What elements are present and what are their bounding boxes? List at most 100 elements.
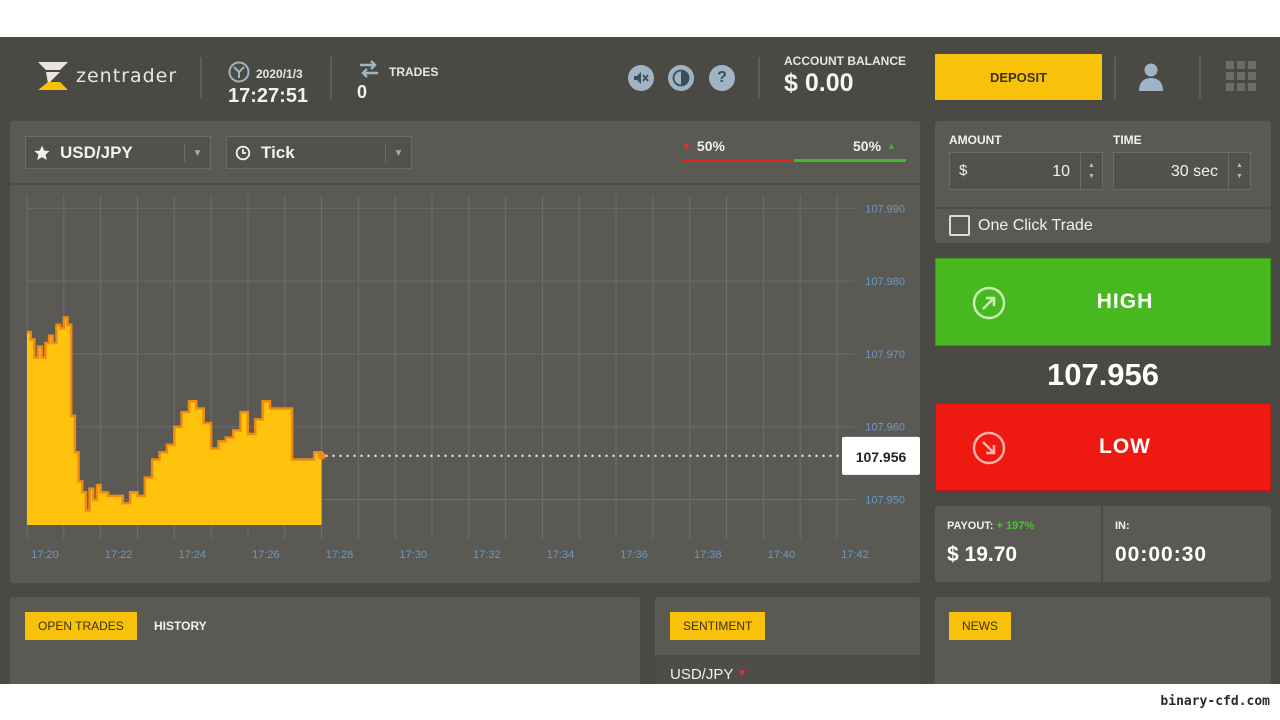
current-price-label: 107.956 <box>856 449 907 465</box>
x-tick-label: 17:26 <box>252 549 280 561</box>
tab-sentiment[interactable]: SENTIMENT <box>670 612 766 640</box>
x-tick-label: 17:20 <box>31 549 59 561</box>
y-tick-label: 107.950 <box>865 495 905 507</box>
account-balance-label: ACCOUNT BALANCE <box>784 54 906 68</box>
trades-count: 0 <box>357 82 368 102</box>
news-panel: NEWS <box>935 597 1271 684</box>
x-tick-label: 17:32 <box>473 549 501 561</box>
sentiment-bar-down-fill <box>682 159 794 162</box>
x-tick-label: 17:40 <box>768 549 796 561</box>
chart-toolbar: USD/JPY ▼ Tick ▼ ▼ 50% 50% ▲ <box>10 121 920 185</box>
asset-select[interactable]: USD/JPY ▼ <box>25 136 211 169</box>
sentiment-bar <box>682 159 906 162</box>
screenshot-stage: zentrader 2020/1/3 17:27:51 TRADES 0 ? A… <box>0 0 1280 720</box>
low-button[interactable]: LOW <box>935 403 1271 491</box>
logo-text: zentrader <box>76 65 178 87</box>
tab-news[interactable]: NEWS <box>949 612 1011 640</box>
amount-stepper[interactable]: ▲ ▼ <box>1080 153 1102 189</box>
expiry-countdown: 00:00:30 <box>1115 543 1208 566</box>
user-icon[interactable] <box>1137 62 1165 92</box>
clock-icon <box>228 61 250 83</box>
one-click-trade-checkbox[interactable] <box>949 215 970 236</box>
sentiment-pair-label: USD/JPY <box>670 666 734 683</box>
y-tick-label: 107.980 <box>865 276 905 288</box>
up-arrow-icon: ▲ <box>887 141 896 151</box>
x-tick-label: 17:36 <box>620 549 648 561</box>
down-arrow-icon: ▼ <box>682 141 691 151</box>
one-click-trade-label: One Click Trade <box>978 217 1093 234</box>
tab-history[interactable]: HISTORY <box>154 619 207 633</box>
amount-label: AMOUNT <box>949 133 1002 147</box>
payout-value: $ 19.70 <box>947 543 1018 566</box>
header-divider <box>758 57 760 99</box>
x-tick-label: 17:38 <box>694 549 722 561</box>
payout-label: PAYOUT: + 197% <box>947 520 1034 532</box>
contrast-icon[interactable] <box>668 65 694 91</box>
logo-mark-icon <box>38 62 68 90</box>
deposit-button[interactable]: DEPOSIT <box>935 54 1102 100</box>
x-tick-label: 17:30 <box>399 549 427 561</box>
time-value: 30 sec <box>1170 163 1218 180</box>
high-button-label: HIGH <box>1096 290 1154 313</box>
sentiment-up-value: 50% <box>853 138 882 154</box>
y-tick-label: 107.970 <box>865 349 905 361</box>
sentiment-panel: SENTIMENT USD/JPY ▼ <box>655 597 920 684</box>
down-arrow-icon: ▼ <box>737 668 748 679</box>
header-divider <box>200 57 202 99</box>
star-icon <box>34 145 50 161</box>
watermark-text: binary-cfd.com <box>1160 694 1270 709</box>
time-stepper[interactable]: ▲ ▼ <box>1228 153 1250 189</box>
y-tick-label: 107.990 <box>865 203 905 215</box>
sentiment-row: USD/JPY ▼ <box>655 655 920 684</box>
sentiment-up: 50% ▲ <box>853 138 896 154</box>
trading-app: zentrader 2020/1/3 17:27:51 TRADES 0 ? A… <box>0 37 1280 684</box>
x-tick-label: 17:24 <box>179 549 207 561</box>
tab-open-trades[interactable]: OPEN TRADES <box>25 612 137 640</box>
y-tick-label: 107.960 <box>865 422 905 434</box>
brand-logo[interactable]: zentrader <box>36 59 177 93</box>
chart-panel: USD/JPY ▼ Tick ▼ ▼ 50% 50% ▲ 107.956 107.99… <box>10 121 920 583</box>
amount-currency: $ <box>959 162 968 179</box>
current-price: 107.956 <box>1046 357 1160 392</box>
clock-time: 17:27:51 <box>228 85 309 107</box>
time-label: TIME <box>1113 133 1142 147</box>
high-button[interactable]: HIGH <box>935 258 1271 346</box>
header-divider <box>1199 57 1201 99</box>
chevron-down-icon: ▼ <box>385 144 411 162</box>
chevron-down-icon: ▼ <box>184 144 210 162</box>
x-tick-label: 17:28 <box>326 549 354 561</box>
chart-type-value: Tick <box>261 142 295 162</box>
price-chart[interactable]: 107.956 107.990 107.980 107.970 107.960 107.9… <box>10 187 920 583</box>
chart-type-select[interactable]: Tick ▼ <box>226 136 412 169</box>
one-click-trade-row: One Click Trade <box>935 207 1271 243</box>
sentiment-down-value: 50% <box>696 138 725 154</box>
apps-grid-icon[interactable] <box>1226 61 1256 91</box>
payout-divider <box>1101 506 1103 582</box>
trade-settings-panel: AMOUNT $ 10 ▲ ▼ TIME 30 sec ▲ ▼ One Click … <box>935 121 1271 243</box>
header-divider <box>1114 57 1116 99</box>
header-divider <box>330 57 332 99</box>
time-input[interactable]: 30 sec ▲ ▼ <box>1113 152 1251 190</box>
payout-panel: PAYOUT: + 197% $ 19.70 IN: 00:00:30 <box>935 506 1271 582</box>
amount-input[interactable]: $ 10 ▲ ▼ <box>949 152 1103 190</box>
account-balance-value: $ 0.00 <box>784 69 854 97</box>
low-button-label: LOW <box>1099 435 1151 458</box>
clock-date: 2020/1/3 <box>256 67 303 81</box>
help-icon[interactable]: ? <box>709 65 735 91</box>
payout-label-text: PAYOUT: <box>947 520 994 532</box>
clock-small-icon <box>235 145 251 161</box>
asset-select-value: USD/JPY <box>60 142 133 162</box>
mute-icon[interactable] <box>628 65 654 91</box>
sentiment-down: ▼ 50% <box>682 138 725 154</box>
trades-panel: OPEN TRADES HISTORY <box>10 597 640 684</box>
x-tick-label: 17:34 <box>547 549 575 561</box>
current-price-dot <box>317 451 326 460</box>
expiry-label: IN: <box>1115 520 1130 532</box>
x-tick-label: 17:22 <box>105 549 133 561</box>
trades-label: TRADES <box>389 65 439 79</box>
amount-value: 10 <box>1052 163 1070 180</box>
payout-percentage: + 197% <box>996 520 1035 532</box>
top-header: zentrader 2020/1/3 17:27:51 TRADES 0 ? A… <box>0 37 1280 120</box>
sentiment-pair: USD/JPY ▼ <box>670 666 747 683</box>
x-tick-label: 17:42 <box>841 549 869 561</box>
